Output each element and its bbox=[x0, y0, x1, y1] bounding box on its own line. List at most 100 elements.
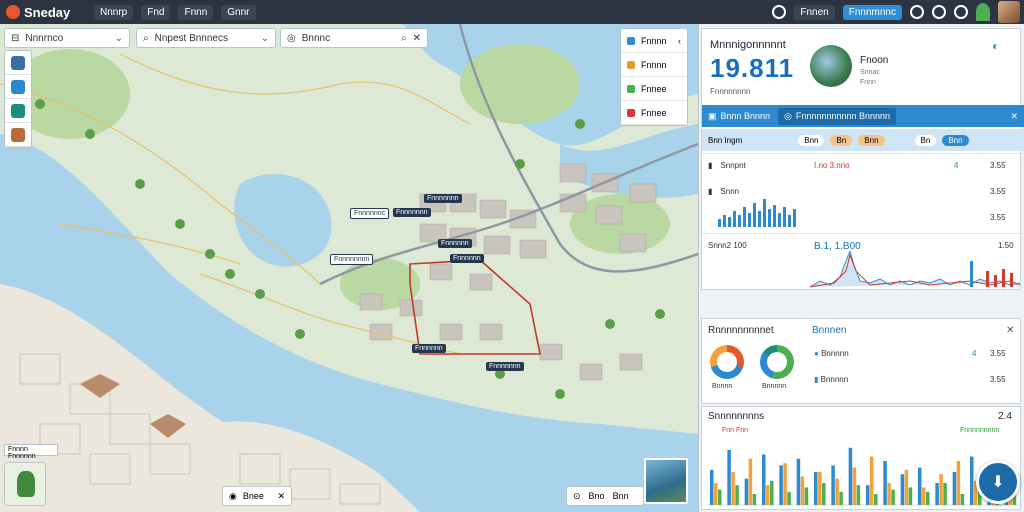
add-icon[interactable] bbox=[910, 5, 924, 19]
tool-compass[interactable] bbox=[5, 51, 31, 75]
mascot-thumbnail[interactable] bbox=[4, 462, 46, 506]
stat-row-1[interactable]: ▮ Snnpnt bbox=[708, 161, 746, 170]
bar-blue-7[interactable] bbox=[831, 465, 835, 505]
bar-blue-14[interactable] bbox=[952, 472, 957, 505]
filter-chip-4[interactable]: Bn bbox=[914, 134, 937, 146]
map-thumbnail[interactable] bbox=[644, 458, 688, 504]
nav-item-3[interactable]: Fnnn bbox=[178, 4, 214, 20]
bar-blue-1[interactable] bbox=[727, 450, 731, 505]
bar-orange-3[interactable] bbox=[766, 485, 770, 505]
bar-blue-12[interactable] bbox=[918, 467, 922, 505]
pin-icon[interactable]: ◐ bbox=[992, 39, 999, 53]
tool-layers[interactable] bbox=[5, 75, 31, 99]
map-view[interactable]: Fnnnnnnn Fnnnnnnc Fnnnnnnn Fnnnnnn Fnnnn… bbox=[0, 24, 698, 512]
bar-green-14[interactable] bbox=[960, 494, 965, 505]
bar-green-9[interactable] bbox=[874, 494, 878, 505]
bar-blue-5[interactable] bbox=[796, 458, 801, 505]
map-label-7[interactable]: Fnnnnnn bbox=[412, 344, 446, 353]
bar-green-7[interactable] bbox=[839, 491, 843, 505]
bar-green-3[interactable] bbox=[770, 480, 774, 505]
settings-icon[interactable] bbox=[772, 5, 787, 19]
location-photo[interactable] bbox=[810, 45, 852, 87]
close-icon[interactable]: ✕ bbox=[277, 491, 285, 502]
tool-save[interactable] bbox=[5, 99, 31, 123]
bar-orange-6[interactable] bbox=[818, 472, 822, 505]
nav-item-1[interactable]: Nnnrp bbox=[94, 4, 134, 20]
user-avatar[interactable] bbox=[998, 1, 1020, 23]
bar-orange-7[interactable] bbox=[835, 478, 839, 505]
filter-chip-1[interactable]: Bnn bbox=[798, 134, 825, 146]
bar-orange-10[interactable] bbox=[887, 483, 891, 505]
search-icon[interactable]: ⌕ bbox=[401, 33, 407, 44]
chevron-down-icon[interactable]: ⌄ bbox=[115, 33, 123, 44]
layer-item-1[interactable]: Fnnnn ‹ bbox=[621, 29, 687, 53]
report-link[interactable]: Bnnnen bbox=[812, 325, 846, 336]
bar-green-5[interactable] bbox=[804, 487, 809, 505]
bar-green-2[interactable] bbox=[752, 494, 757, 505]
bar-green-11[interactable] bbox=[908, 487, 913, 505]
map-label-2[interactable]: Fnnnnnnc bbox=[350, 208, 390, 219]
bar-orange-12[interactable] bbox=[922, 487, 926, 505]
bar-orange-13[interactable] bbox=[939, 474, 943, 505]
tab-overview[interactable]: ▣ Bnnn Bnnnn bbox=[708, 111, 770, 122]
filter-chip-3[interactable]: Bnn bbox=[858, 134, 885, 146]
bar-green-6[interactable] bbox=[822, 483, 826, 505]
bar-green-1[interactable] bbox=[735, 485, 739, 505]
nav-item-4[interactable]: Gnnr bbox=[221, 4, 256, 20]
bar-blue-13[interactable] bbox=[935, 483, 939, 505]
tool-profile[interactable] bbox=[5, 123, 31, 147]
close-icon[interactable]: ✕ bbox=[1006, 325, 1014, 336]
top-pill-active[interactable]: Fnnnmnnc bbox=[842, 4, 902, 20]
layer-item-2[interactable]: Fnnnn bbox=[621, 53, 687, 77]
bar-blue-2[interactable] bbox=[744, 478, 749, 505]
bar-blue-9[interactable] bbox=[866, 485, 870, 505]
bar-orange-9[interactable] bbox=[870, 456, 874, 505]
bar-orange-14[interactable] bbox=[956, 461, 961, 505]
bar-blue-4[interactable] bbox=[779, 465, 783, 505]
bar-orange-1[interactable] bbox=[731, 472, 735, 505]
bar-blue-6[interactable] bbox=[814, 472, 818, 505]
map-label-5[interactable]: Fnnnnnnnn bbox=[330, 254, 374, 265]
stat-row-4[interactable]: Snnn2 100 bbox=[708, 241, 747, 250]
zoom-control[interactable]: ◉ Bnee ✕ bbox=[222, 486, 292, 506]
bar-orange-0[interactable] bbox=[714, 483, 718, 505]
map-label-1[interactable]: Fnnnnnnn bbox=[424, 194, 462, 203]
report-row-2[interactable]: ▮ Bnnnnn bbox=[814, 375, 848, 384]
nav-item-2[interactable]: Fnd bbox=[141, 4, 171, 20]
bar-orange-8[interactable] bbox=[852, 467, 857, 505]
chevron-left-icon[interactable]: ‹ bbox=[678, 36, 681, 46]
bar-orange-11[interactable] bbox=[904, 469, 909, 505]
layer-item-4[interactable]: Fnnee bbox=[621, 101, 687, 125]
bar-blue-3[interactable] bbox=[762, 454, 766, 505]
scale-control[interactable]: ⊙ Bno Bnn bbox=[566, 486, 644, 506]
map-label-3[interactable]: Fnnnnnnn bbox=[393, 208, 431, 217]
download-button[interactable]: ⬇ bbox=[976, 460, 1020, 504]
bar-green-12[interactable] bbox=[926, 491, 930, 505]
bar-blue-8[interactable] bbox=[848, 447, 853, 505]
bar-green-10[interactable] bbox=[891, 489, 895, 505]
map-label-6[interactable]: Fnnnnnn bbox=[450, 254, 484, 263]
bar-blue-10[interactable] bbox=[883, 461, 887, 505]
bar-blue-11[interactable] bbox=[900, 474, 905, 505]
app-logo[interactable]: Sneday bbox=[0, 5, 90, 20]
bar-green-13[interactable] bbox=[943, 483, 947, 505]
report-row-1[interactable]: ● Bnnnnn bbox=[814, 349, 849, 358]
bar-orange-4[interactable] bbox=[783, 463, 787, 505]
place-search[interactable]: ◎ Bnnnc ⌕ ✕ bbox=[280, 28, 428, 48]
info-icon[interactable] bbox=[932, 5, 946, 19]
bar-green-0[interactable] bbox=[718, 489, 722, 505]
bar-blue-0[interactable] bbox=[710, 469, 714, 505]
bar-orange-5[interactable] bbox=[800, 476, 805, 505]
location-search[interactable]: ⊟ Nnnrnco ⌄ bbox=[4, 28, 130, 48]
tab-details[interactable]: ◎ Fnnnnnnnnnnn Bnnnnn bbox=[778, 107, 897, 125]
close-icon[interactable]: ✕ bbox=[413, 33, 421, 44]
chevron-down-icon[interactable]: ⌄ bbox=[261, 33, 269, 44]
filter-chip-5[interactable]: Bnn bbox=[942, 134, 969, 146]
bar-orange-2[interactable] bbox=[748, 458, 753, 505]
notification-icon[interactable] bbox=[954, 5, 968, 19]
map-label-4[interactable]: Fnnnnnn bbox=[438, 239, 472, 248]
bar-green-8[interactable] bbox=[856, 485, 861, 505]
bar-blue-15[interactable] bbox=[970, 456, 974, 505]
map-label-8[interactable]: Fnnnnnnn bbox=[486, 362, 524, 371]
bar-green-4[interactable] bbox=[787, 491, 791, 505]
